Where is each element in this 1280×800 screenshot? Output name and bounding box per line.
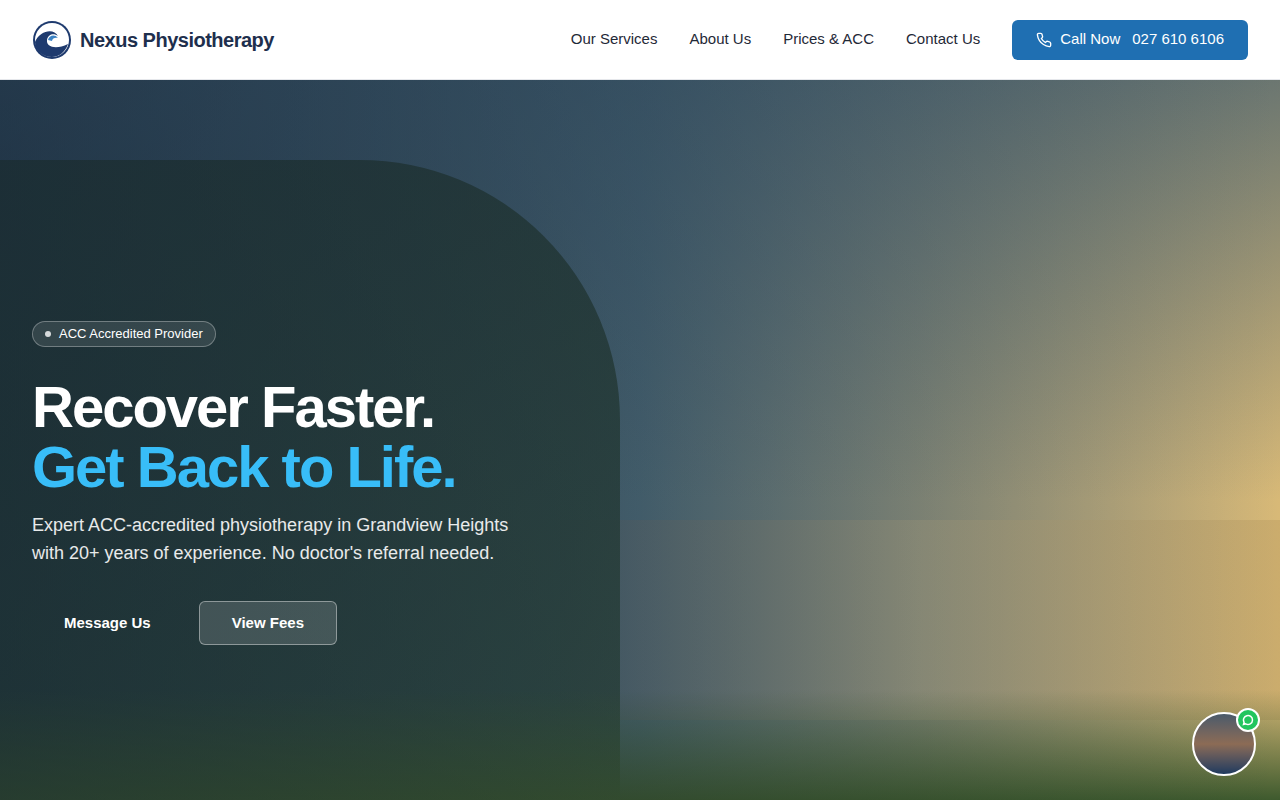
h1b-text: Get Back to Life.	[32, 437, 456, 497]
chat-badge	[1236, 708, 1260, 732]
hero-heading: Recover Faster. Get Back to Life.	[32, 377, 456, 497]
main-nav: Our Services About Us Prices & ACC Contact …	[571, 28, 980, 51]
chat-widget[interactable]	[1192, 712, 1256, 776]
nav-link[interactable]: Prices & ACC	[783, 28, 874, 51]
logo[interactable]: Nexus Physiotherapy	[32, 20, 274, 60]
call-label-text: Call Now	[1060, 28, 1120, 51]
nav-link[interactable]: About Us	[689, 28, 751, 51]
call-phone-text: 027 610 6106	[1132, 28, 1224, 51]
hero: ACC Accredited Provider Recover Faster. …	[0, 80, 1280, 800]
call-button[interactable]: Call Now 027 610 6106	[1012, 20, 1248, 60]
phone-icon	[1036, 32, 1052, 48]
hero-description: Expert ACC-accredited physiotherapy in G…	[32, 511, 532, 567]
logo-name-text: Nexus Physiotherapy	[80, 25, 274, 55]
badge-text: ACC Accredited Provider	[59, 324, 203, 344]
acc-badge: ACC Accredited Provider	[32, 321, 216, 347]
badge-dot	[45, 331, 51, 337]
h1a-text: Recover Faster.	[32, 377, 456, 437]
nav-link[interactable]: Our Services	[571, 28, 658, 51]
message-us-button[interactable]: Message Us	[32, 601, 183, 645]
nav-link[interactable]: Contact Us	[906, 28, 980, 51]
site-header: Nexus Physiotherapy Our Services About Us…	[0, 0, 1280, 80]
chat-bubble-icon	[1242, 714, 1254, 726]
wave-logo-icon	[32, 20, 72, 60]
view-fees-button[interactable]: View Fees	[199, 601, 337, 645]
